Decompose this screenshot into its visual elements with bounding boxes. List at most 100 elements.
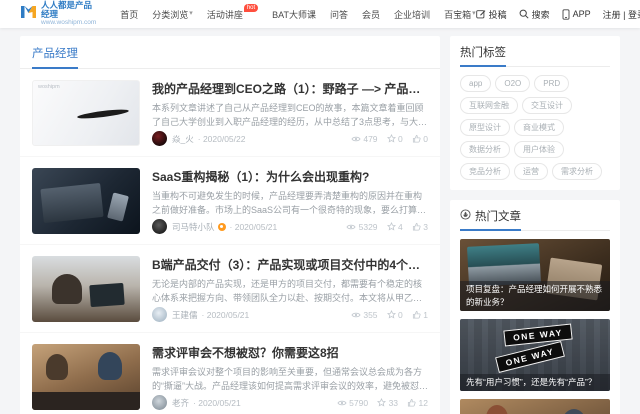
article-thumbnail[interactable] (32, 344, 140, 410)
star-icon (386, 222, 396, 231)
hot-articles-card: 热门文章 项目复盘：产品经理如何开展不熟悉的新业务？ ONE WAY ONE W… (450, 200, 620, 414)
author-name[interactable]: 司马特小队 (172, 221, 215, 233)
nav-bat-course[interactable]: BAT大师课 (272, 8, 316, 21)
article-stats: 479 0 0 (351, 134, 428, 144)
tag-pill[interactable]: 数据分析 (460, 141, 510, 158)
nav-corporate-training[interactable]: 企业培训 (394, 8, 430, 21)
hot-tags-title: 热门标签 (460, 47, 506, 59)
tag-pill[interactable]: PRD (534, 75, 570, 92)
views-stat: 5329 (346, 222, 378, 232)
chevron-down-icon: ▾ (189, 9, 193, 17)
article-meta: 司马特小队 · 2020/05/21 5329 4 3 (152, 219, 428, 234)
like-stat: 0 (412, 134, 428, 144)
submit-post-button[interactable]: 投稿 (475, 8, 507, 21)
main-nav: 首页 分类浏览 ▾ 活动讲座 hot BAT大师课 问答 会员 企业培训 百宝箱 ▾ (120, 3, 476, 21)
author-name[interactable]: 老齐 (172, 397, 189, 409)
author-verified-badge-icon (217, 222, 226, 231)
article-excerpt: 需求评审会议对整个项目的影响至关重要，但通常会议总会成为各方的“撕逼”大战。产品… (152, 367, 423, 391)
site-url: www.woshipm.com (41, 19, 97, 26)
tag-pill[interactable]: 互联网金融 (460, 97, 518, 114)
hot-article-item[interactable]: ONE WAY ONE WAY 先有“用户习惯”，还是先有“产品”？ (460, 319, 610, 391)
star-stat: 0 (386, 310, 403, 320)
tag-pill[interactable]: 用户体验 (514, 141, 564, 158)
person-graphic (98, 352, 122, 380)
tag-pill[interactable]: 需求分析 (552, 163, 602, 180)
star-icon (386, 134, 396, 143)
nav-home[interactable]: 首页 (120, 8, 138, 21)
article-meta: 王建儒 · 2020/05/21 355 0 1 (152, 307, 428, 322)
article-excerpt: 无论是内部的产品实现，还是甲方的项目交付，都需要有个稳定的核心体系来把握方向、带… (152, 279, 423, 303)
publish-date: · 2020/05/22 (197, 133, 246, 144)
nav-categories[interactable]: 分类浏览 ▾ (152, 8, 193, 21)
hot-articles-header: 热门文章 (460, 208, 610, 231)
laptop-graphic (89, 282, 125, 308)
avatar[interactable] (152, 307, 167, 322)
tag-pill[interactable]: 竞品分析 (460, 163, 510, 180)
nav-toolbox[interactable]: 百宝箱 ▾ (444, 8, 476, 21)
article-title[interactable]: 需求评审会不想被怼？你需要这8招 (152, 344, 428, 361)
article-thumbnail[interactable]: woshipm (32, 80, 140, 146)
publish-date: · 2020/05/21 (193, 397, 241, 408)
avatar[interactable] (152, 131, 167, 146)
search-button[interactable]: 搜索 (519, 8, 550, 21)
views-stat: 5790 (337, 398, 368, 408)
tag-pill[interactable]: 原型设计 (460, 119, 510, 136)
edit-pen-icon (475, 9, 486, 19)
article-row: SaaS重构揭秘（1）：为什么会出现重构? 当重构不可避免发生的时候，产品经理要… (20, 156, 440, 244)
publish-date: · 2020/05/21 (229, 221, 278, 232)
article-stats: 355 0 1 (351, 310, 428, 320)
thumbs-up-icon (412, 222, 421, 231)
article-meta: 焱_火 · 2020/05/22 479 0 0 (152, 131, 428, 146)
article-stats: 5329 4 3 (346, 222, 428, 232)
thumbs-up-icon (412, 134, 421, 143)
thumbs-up-icon (407, 398, 416, 407)
article-title[interactable]: SaaS重构揭秘（1）：为什么会出现重构? (152, 168, 428, 185)
app-download-button[interactable]: APP (562, 8, 591, 20)
eye-icon (337, 399, 347, 407)
avatar[interactable] (152, 395, 167, 410)
phone-graphic (107, 192, 129, 222)
author-name[interactable]: 焱_火 (172, 133, 194, 145)
article-row: B端产品交付（3）：产品实现或项目交付中的4个灵魂铁三角 无论是内部的产品实现，… (20, 244, 440, 332)
nav-membership[interactable]: 会员 (362, 8, 380, 21)
nav-qa[interactable]: 问答 (330, 8, 348, 21)
article-title[interactable]: B端产品交付（3）：产品实现或项目交付中的4个灵魂铁三角 (152, 256, 428, 273)
hot-article-item[interactable] (460, 399, 610, 414)
hot-article-item[interactable]: 项目复盘：产品经理如何开展不熟悉的新业务？ (460, 239, 610, 311)
site-logo[interactable]: 人人都是产品经理 www.woshipm.com (20, 1, 96, 27)
article-thumbnail[interactable] (32, 256, 140, 322)
article-row: woshipm 我的产品经理到CEO之路（1）：野路子 —> 产品经理 本系列文… (20, 69, 440, 156)
search-icon (519, 9, 529, 19)
laptop-graphic (40, 182, 104, 224)
nav-events[interactable]: 活动讲座 hot (207, 3, 259, 21)
person-graphic (46, 354, 68, 380)
tag-pill[interactable]: 运营 (514, 163, 548, 180)
tag-pill[interactable]: 商业模式 (514, 119, 564, 136)
article-excerpt: 当重构不可避免发生的时候，产品经理要弄清楚重构的原因并在重构之前做好准备。市场上… (152, 191, 427, 215)
article-meta: 老齐 · 2020/05/21 5790 33 12 (152, 395, 428, 410)
tag-list: app O2O PRD 互联网金融 交互设计 原型设计 商业模式 数据分析 用户… (460, 75, 610, 180)
tag-pill[interactable]: 交互设计 (522, 97, 572, 114)
like-stat: 12 (407, 398, 428, 408)
hot-articles-title: 热门文章 (475, 211, 521, 223)
hot-article-caption: 项目复盘：产品经理如何开展不熟悉的新业务？ (460, 281, 610, 311)
article-thumbnail[interactable] (32, 168, 140, 234)
person-graphic (486, 405, 508, 414)
article-title[interactable]: 我的产品经理到CEO之路（1）：野路子 —> 产品经理 (152, 80, 428, 97)
article-body: B端产品交付（3）：产品实现或项目交付中的4个灵魂铁三角 无论是内部的产品实现，… (152, 256, 428, 322)
star-stat: 33 (377, 398, 398, 408)
avatar[interactable] (152, 219, 167, 234)
author-name[interactable]: 王建儒 (172, 309, 198, 321)
star-stat: 4 (386, 222, 403, 232)
auth-links[interactable]: 注册 | 登录 (603, 8, 640, 21)
section-title-link[interactable]: 产品经理 (32, 45, 78, 69)
thumbs-up-icon (412, 310, 421, 319)
thumbnail-watermark: woshipm (38, 84, 60, 90)
brush-stroke-graphic (76, 107, 130, 121)
tag-pill[interactable]: app (460, 75, 492, 92)
article-stats: 5790 33 12 (337, 398, 428, 408)
site-title: 人人都是产品经理 (41, 0, 93, 19)
tag-pill[interactable]: O2O (495, 75, 531, 92)
person-graphic (562, 409, 586, 414)
article-body: 需求评审会不想被怼？你需要这8招 需求评审会议对整个项目的影响至关重要，但通常会… (152, 344, 428, 410)
